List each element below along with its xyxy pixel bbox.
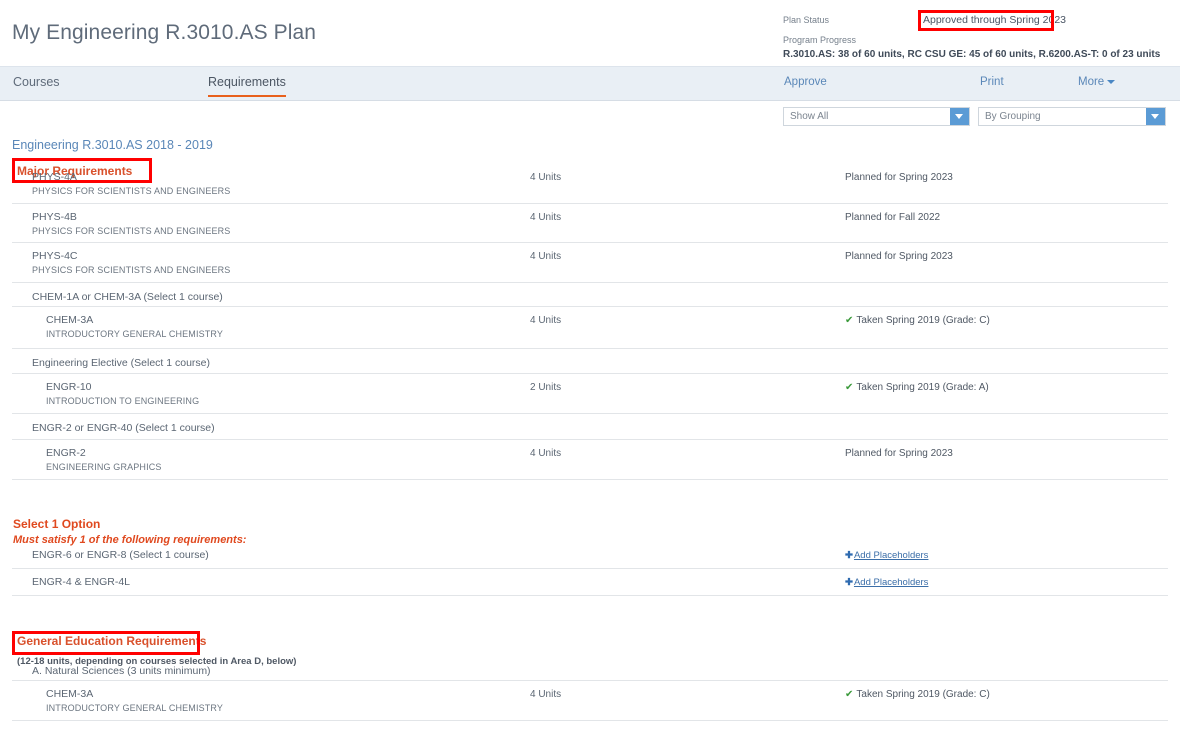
table-row[interactable]: PHYS-4B PHYSICS FOR SCIENTISTS AND ENGINE… [12, 204, 1168, 243]
table-row[interactable]: CHEM-3A INTRODUCTORY GENERAL CHEMISTRY 4 U… [12, 307, 1168, 349]
plan-status-value: Approved through Spring 2023 [923, 13, 1066, 28]
course-description: PHYSICS FOR SCIENTISTS AND ENGINEERS [32, 265, 230, 275]
chevron-down-icon[interactable] [950, 108, 969, 125]
course-code: PHYS-4B [32, 211, 77, 223]
course-status-label: Taken Spring 2019 (Grade: A) [856, 382, 988, 393]
requirement-group-label: ENGR-2 or ENGR-40 (Select 1 course) [32, 422, 215, 434]
requirement-group-label: CHEM-1A or CHEM-3A (Select 1 course) [32, 291, 223, 303]
page-title: My Engineering R.3010.AS Plan [12, 21, 316, 45]
check-icon: ✔ [845, 382, 853, 393]
course-units: 4 Units [530, 251, 561, 262]
course-status: ✔Taken Spring 2019 (Grade: C) [845, 315, 990, 326]
program-progress-value: R.3010.AS: 38 of 60 units, RC CSU GE: 45… [783, 48, 1160, 63]
course-code: CHEM-3A [46, 688, 93, 700]
course-code: PHYS-4A [32, 171, 77, 183]
plus-icon: ✚ [845, 577, 853, 588]
table-row[interactable]: PHYS-4C PHYSICS FOR SCIENTISTS AND ENGINE… [12, 243, 1168, 283]
table-row[interactable]: ENGR-6 or ENGR-8 (Select 1 course) ✚Add P… [12, 542, 1168, 569]
chevron-down-icon[interactable] [1146, 108, 1165, 125]
filter-bar: Show All By Grouping [0, 101, 1180, 130]
course-status-label: Planned for Spring 2023 [845, 448, 953, 459]
tab-courses[interactable]: Courses [13, 75, 60, 95]
course-units: 4 Units [530, 448, 561, 459]
program-progress-label: Program Progress [783, 34, 1160, 47]
table-row[interactable]: PHYS-4A PHYSICS FOR SCIENTISTS AND ENGINE… [12, 164, 1168, 204]
course-code: CHEM-3A [46, 314, 93, 326]
section-heading-ge: General Education Requirements [17, 634, 206, 648]
course-code: ENGR-2 [46, 447, 86, 459]
table-row[interactable]: CHEM-3A INTRODUCTORY GENERAL CHEMISTRY 4 U… [12, 681, 1168, 721]
show-all-select[interactable]: Show All [783, 107, 970, 126]
grouping-select[interactable]: By Grouping [978, 107, 1166, 126]
course-status-label: Taken Spring 2019 (Grade: C) [856, 315, 989, 326]
requirement-group-label: Engineering Elective (Select 1 course) [32, 357, 210, 369]
table-row[interactable]: CHEM-1A or CHEM-3A (Select 1 course) [12, 283, 1168, 307]
add-placeholders-link[interactable]: ✚Add Placeholders [845, 577, 928, 588]
table-row[interactable]: Engineering Elective (Select 1 course) [12, 349, 1168, 374]
show-all-select-value: Show All [790, 111, 828, 122]
check-icon: ✔ [845, 315, 853, 326]
course-description: INTRODUCTION TO ENGINEERING [46, 396, 199, 406]
course-description: PHYSICS FOR SCIENTISTS AND ENGINEERS [32, 226, 230, 236]
course-status: Planned for Fall 2022 [845, 212, 940, 223]
course-status-label: Planned for Spring 2023 [845, 251, 953, 262]
course-status: ✔Taken Spring 2019 (Grade: A) [845, 382, 989, 393]
course-status: Planned for Spring 2023 [845, 251, 953, 262]
course-units: 4 Units [530, 315, 561, 326]
page-header: My Engineering R.3010.AS Plan Plan Statu… [0, 0, 1180, 66]
plan-status-block: Plan Status Approved through Spring 2023… [783, 14, 1160, 63]
requirement-group-label: ENGR-4 & ENGR-4L [32, 576, 130, 588]
add-placeholders-label: Add Placeholders [854, 577, 928, 588]
course-description: INTRODUCTORY GENERAL CHEMISTRY [46, 329, 223, 339]
course-status-label: Taken Spring 2019 (Grade: C) [856, 689, 989, 700]
course-description: ENGINEERING GRAPHICS [46, 462, 162, 472]
requirement-group-label: A. Natural Sciences (3 units minimum) [32, 665, 211, 677]
course-units: 4 Units [530, 689, 561, 700]
more-menu-label: More [1078, 76, 1104, 88]
course-units: 2 Units [530, 382, 561, 393]
print-button[interactable]: Print [980, 76, 1004, 88]
course-units: 4 Units [530, 172, 561, 183]
chevron-down-icon [1107, 80, 1115, 84]
table-row[interactable]: ENGR-10 INTRODUCTION TO ENGINEERING 2 Unit… [12, 374, 1168, 414]
option-heading: Select 1 Option [13, 517, 100, 531]
course-status-label: Planned for Fall 2022 [845, 212, 940, 223]
table-row[interactable]: ENGR-2 ENGINEERING GRAPHICS 4 Units Planned… [12, 440, 1168, 480]
program-title: Engineering R.3010.AS 2018 - 2019 [12, 138, 213, 152]
table-row[interactable]: ENGR-4 & ENGR-4L ✚Add Placeholders [12, 569, 1168, 596]
more-menu-button[interactable]: More [1078, 76, 1115, 88]
course-status: Planned for Spring 2023 [845, 448, 953, 459]
table-row[interactable]: ENGR-2 or ENGR-40 (Select 1 course) [12, 414, 1168, 440]
check-icon: ✔ [845, 689, 853, 700]
course-units: 4 Units [530, 212, 561, 223]
course-status: Planned for Spring 2023 [845, 172, 953, 183]
course-code: ENGR-10 [46, 381, 92, 393]
tab-requirements[interactable]: Requirements [208, 75, 286, 97]
course-description: INTRODUCTORY GENERAL CHEMISTRY [46, 703, 223, 713]
course-code: PHYS-4C [32, 250, 78, 262]
tab-bar: Courses Requirements Approve Print More [0, 66, 1180, 101]
plus-icon: ✚ [845, 550, 853, 561]
grouping-select-value: By Grouping [985, 111, 1041, 122]
course-description: PHYSICS FOR SCIENTISTS AND ENGINEERS [32, 186, 230, 196]
course-status-label: Planned for Spring 2023 [845, 172, 953, 183]
approve-button[interactable]: Approve [784, 76, 827, 88]
table-row[interactable]: A. Natural Sciences (3 units minimum) [12, 657, 1168, 681]
requirement-group-label: ENGR-6 or ENGR-8 (Select 1 course) [32, 549, 209, 561]
add-placeholders-label: Add Placeholders [854, 550, 928, 561]
add-placeholders-link[interactable]: ✚Add Placeholders [845, 550, 928, 561]
course-status: ✔Taken Spring 2019 (Grade: C) [845, 689, 990, 700]
